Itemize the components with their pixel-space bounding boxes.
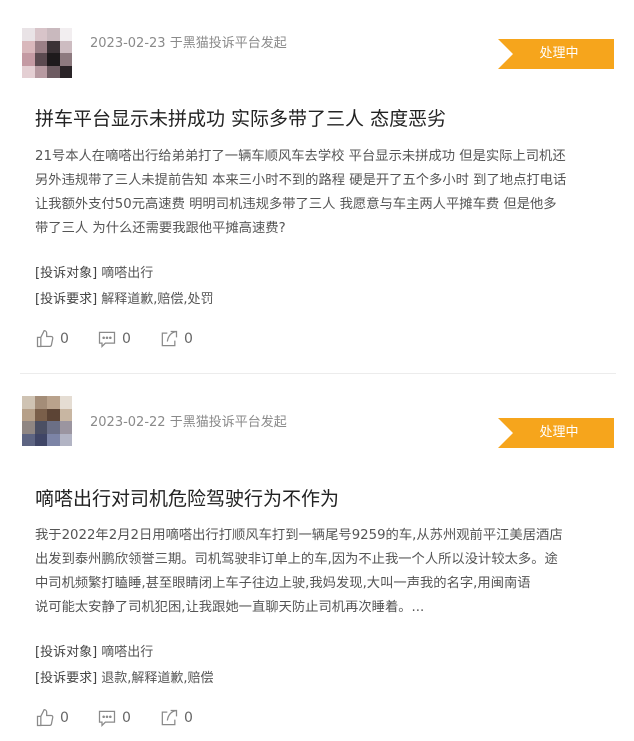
comment-count: 0 xyxy=(122,710,131,726)
complaint-target: [投诉对象] 嘀嗒出行 xyxy=(35,641,153,660)
body-line: 出发到泰州鹏欣领誉三期。司机驾驶非订单上的车,因为不止我一个人所以没计较太多。途 xyxy=(35,552,558,567)
like-count: 0 xyxy=(60,331,69,347)
post-date: 2023-02-23 xyxy=(90,36,166,51)
divider xyxy=(20,373,616,374)
post-date: 2023-02-22 xyxy=(90,415,166,430)
complaint-demand: [投诉要求] 退款,解释道歉,赔偿 xyxy=(35,667,214,686)
complaint-target: [投诉对象] 嘀嗒出行 xyxy=(35,262,153,281)
comment-icon xyxy=(98,331,116,349)
body-line: 带了三人 为什么还需要我跟他平摊高速费? xyxy=(35,221,286,236)
share-button[interactable]: 0 xyxy=(159,328,193,350)
complaint-body[interactable]: 我于2022年2月2日用嘀嗒出行打顺风车打到一辆尾号9259的车,从苏州观前平江… xyxy=(35,524,607,620)
comment-count: 0 xyxy=(122,331,131,347)
complaint-demand-label: [投诉要求] xyxy=(35,292,98,307)
complaint-target-label: [投诉对象] xyxy=(35,266,98,281)
complaint-target-value: 嘀嗒出行 xyxy=(101,645,154,660)
avatar[interactable] xyxy=(22,396,72,446)
complaint-title[interactable]: 嘀嗒出行对司机危险驾驶行为不作为 xyxy=(35,484,339,511)
body-line: 中司机频繁打瞌睡,甚至眼睛闭上车子往边上驶,我妈发现,大叫一声我的名字,用闽南语 xyxy=(35,576,531,591)
comment-icon xyxy=(98,710,116,728)
complaint-target-value: 嘀嗒出行 xyxy=(101,266,154,281)
comment-button[interactable]: 0 xyxy=(97,328,131,350)
body-line: 另外违规带了三人未提前告知 本来三小时不到的路程 硬是开了五个多小时 到了地点打… xyxy=(35,173,567,188)
post-source: 于黑猫投诉平台发起 xyxy=(169,36,287,51)
complaint-card[interactable]: 2023-02-23 于黑猫投诉平台发起 处理中 拼车平台显示未拼成功 实际多带… xyxy=(0,0,634,372)
avatar[interactable] xyxy=(22,28,72,78)
status-badge: 处理中 xyxy=(498,39,614,69)
complaint-title[interactable]: 拼车平台显示未拼成功 实际多带了三人 态度恶劣 xyxy=(35,104,446,131)
like-button[interactable]: 0 xyxy=(35,328,69,350)
complaint-demand: [投诉要求] 解释道歉,赔偿,处罚 xyxy=(35,288,214,307)
comment-button[interactable]: 0 xyxy=(97,707,131,729)
share-icon xyxy=(161,330,178,347)
post-meta: 2023-02-22 于黑猫投诉平台发起 xyxy=(90,411,287,430)
complaint-body[interactable]: 21号本人在嘀嗒出行给弟弟打了一辆车顺风车去学校 平台显示未拼成功 但是实际上司… xyxy=(35,145,607,241)
complaint-demand-value: 解释道歉,赔偿,处罚 xyxy=(101,292,214,307)
post-meta: 2023-02-23 于黑猫投诉平台发起 xyxy=(90,32,287,51)
post-source: 于黑猫投诉平台发起 xyxy=(169,415,287,430)
body-line: 21号本人在嘀嗒出行给弟弟打了一辆车顺风车去学校 平台显示未拼成功 但是实际上司… xyxy=(35,149,566,164)
body-line: 我于2022年2月2日用嘀嗒出行打顺风车打到一辆尾号9259的车,从苏州观前平江… xyxy=(35,528,563,543)
body-line: 让我额外支付50元高速费 明明司机违规多带了三人 我愿意与车主两人平摊车费 但是… xyxy=(35,197,557,212)
share-count: 0 xyxy=(184,710,193,726)
body-line: 说可能太安静了司机犯困,让我跟她一直聊天防止司机再次睡着。... xyxy=(35,600,425,615)
thumbs-up-icon xyxy=(36,709,54,727)
complaint-demand-label: [投诉要求] xyxy=(35,671,98,686)
share-count: 0 xyxy=(184,331,193,347)
share-icon xyxy=(161,709,178,726)
complaint-target-label: [投诉对象] xyxy=(35,645,98,660)
status-badge: 处理中 xyxy=(498,418,614,448)
share-button[interactable]: 0 xyxy=(159,707,193,729)
complaint-demand-value: 退款,解释道歉,赔偿 xyxy=(101,671,214,686)
thumbs-up-icon xyxy=(36,330,54,348)
like-count: 0 xyxy=(60,710,69,726)
complaint-card[interactable]: 2023-02-22 于黑猫投诉平台发起 处理中 嘀嗒出行对司机危险驾驶行为不作… xyxy=(0,380,634,741)
like-button[interactable]: 0 xyxy=(35,707,69,729)
